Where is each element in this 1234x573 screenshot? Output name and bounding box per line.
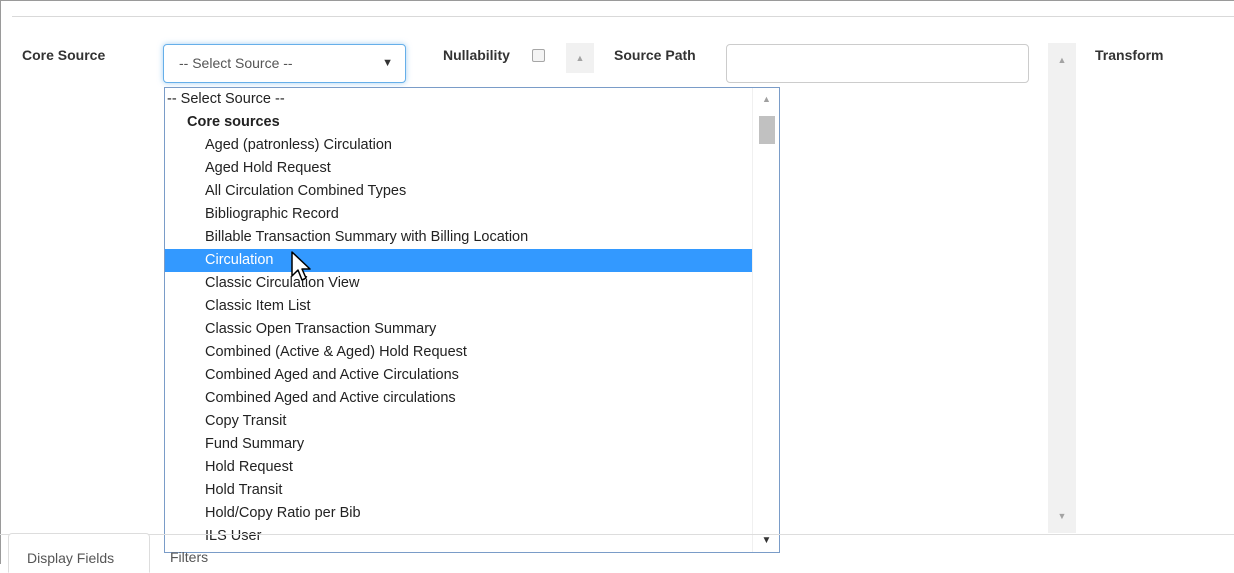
dropdown-option[interactable]: Hold Request (165, 456, 752, 479)
dropdown-option[interactable]: Aged Hold Request (165, 157, 752, 180)
triangle-down-icon[interactable]: ▼ (1048, 511, 1076, 521)
dropdown-option[interactable]: All Circulation Combined Types (165, 180, 752, 203)
scrollbar-thumb[interactable] (759, 116, 775, 144)
dropdown-group-core-sources: Core sources (187, 114, 280, 130)
tab-display-fields[interactable]: Display Fields (8, 533, 150, 573)
source-path-scrollbar[interactable]: ▲ ▼ (1048, 43, 1076, 533)
dropdown-option[interactable]: Billable Transaction Summary with Billin… (165, 226, 752, 249)
triangle-down-icon: ▼ (382, 57, 393, 69)
dropdown-option-selected[interactable]: Circulation (165, 249, 752, 272)
dropdown-scrollbar[interactable]: ▲ ▼ (752, 88, 779, 552)
source-path-input[interactable] (726, 44, 1029, 83)
dropdown-option[interactable]: Hold/Copy Ratio per Bib (165, 502, 752, 525)
nullability-scrollbar[interactable]: ▲ (566, 43, 594, 73)
dropdown-option[interactable]: Combined (Active & Aged) Hold Request (165, 341, 752, 364)
source-path-label: Source Path (614, 47, 696, 63)
nullability-checkbox[interactable] (532, 49, 545, 62)
dropdown-option[interactable]: Hold Transit (165, 479, 752, 502)
dropdown-option[interactable]: Combined Aged and Active Circulations (165, 364, 752, 387)
select-value: -- Select Source -- (179, 55, 293, 71)
triangle-up-icon[interactable]: ▲ (753, 94, 779, 104)
dropdown-option[interactable]: Copy Transit (165, 410, 752, 433)
dropdown-option[interactable]: Aged (patronless) Circulation (165, 134, 752, 157)
mouse-pointer-icon (291, 251, 311, 281)
core-source-label: Core Source (22, 47, 106, 63)
triangle-up-icon[interactable]: ▲ (1048, 55, 1076, 65)
dropdown-option[interactable]: Bibliographic Record (165, 203, 752, 226)
core-source-select[interactable]: -- Select Source -- ▼ (163, 44, 406, 83)
dropdown-option[interactable]: Classic Item List (165, 295, 752, 318)
dropdown-option[interactable]: Classic Circulation View (165, 272, 752, 295)
source-dropdown-list[interactable]: -- Select Source -- Core sources Aged (p… (164, 87, 780, 553)
dropdown-option[interactable]: Combined Aged and Active circulations (165, 387, 752, 410)
dropdown-option[interactable]: Fund Summary (165, 433, 752, 456)
transform-label: Transform (1095, 47, 1164, 63)
triangle-down-icon[interactable]: ▼ (753, 535, 779, 546)
dropdown-option-placeholder[interactable]: -- Select Source -- (165, 88, 752, 111)
dropdown-option[interactable]: Classic Open Transaction Summary (165, 318, 752, 341)
tab-filters[interactable]: Filters (152, 533, 272, 573)
divider (12, 16, 1234, 17)
triangle-up-icon[interactable]: ▲ (566, 53, 594, 63)
nullability-label: Nullability (443, 47, 510, 63)
